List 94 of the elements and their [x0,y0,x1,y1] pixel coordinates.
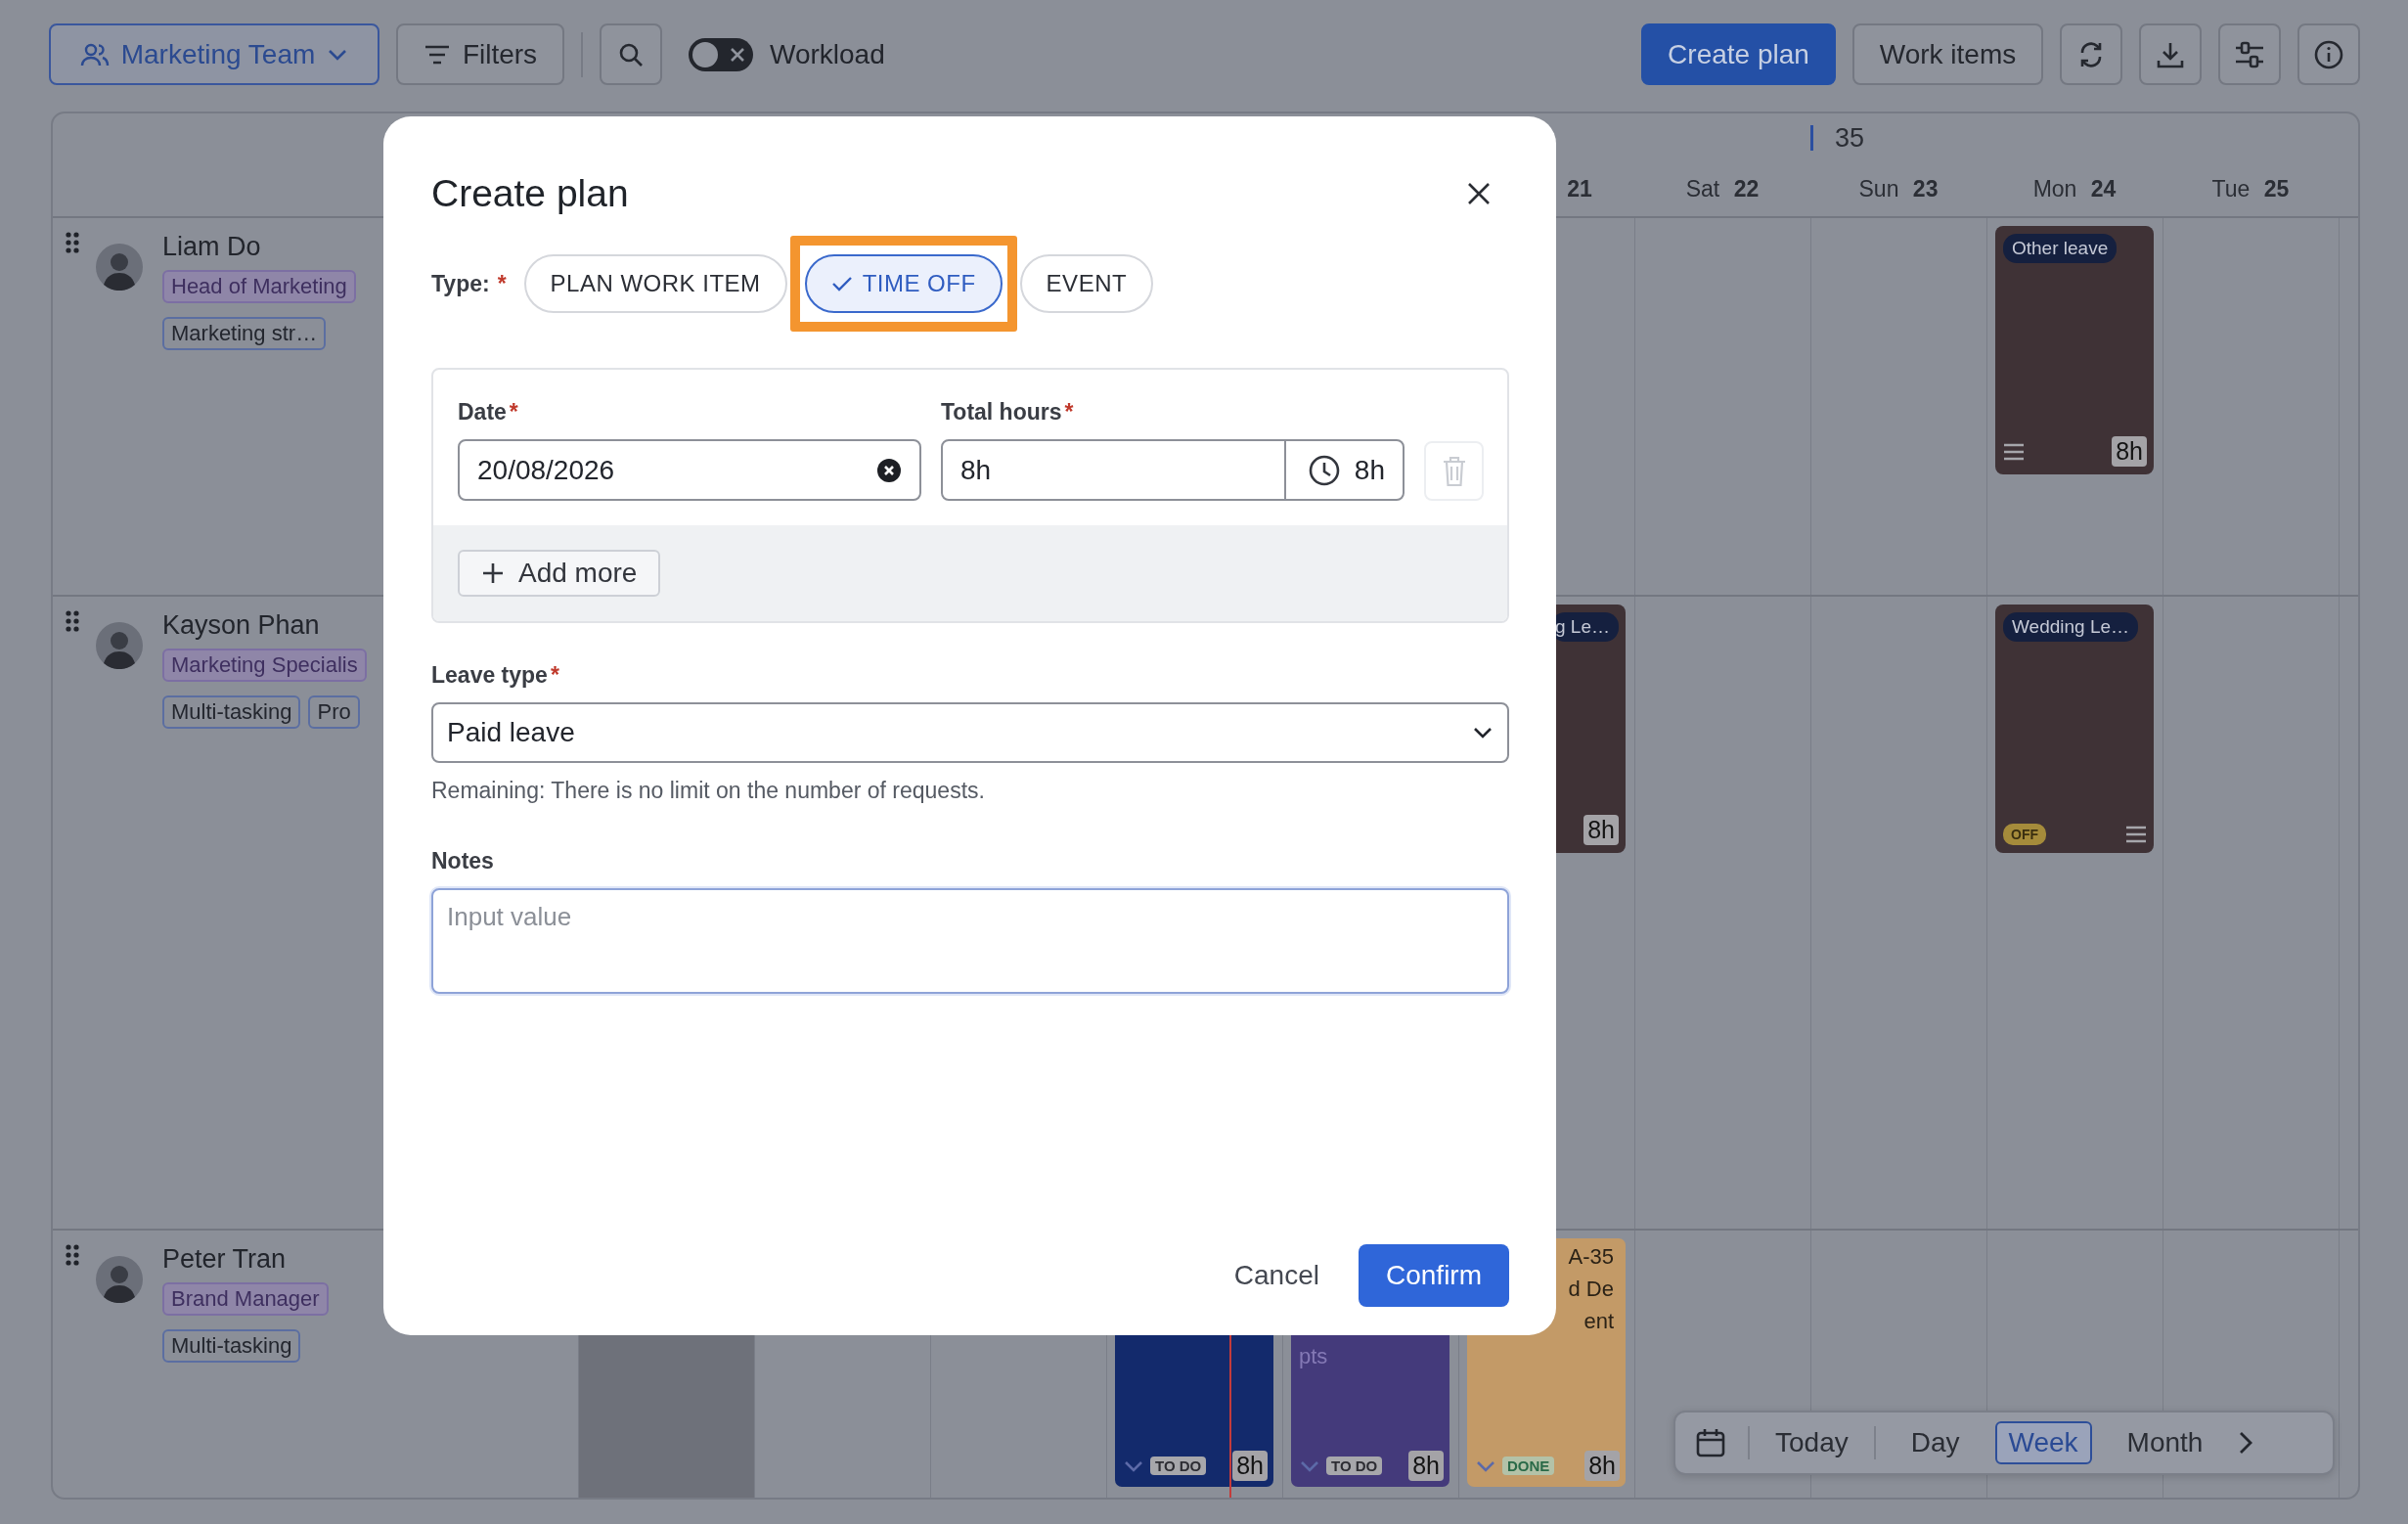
date-field[interactable]: 20/08/2026 [458,439,921,501]
drag-handle-icon[interactable] [66,610,79,632]
task-title: d De [1568,1276,1615,1303]
filters-button[interactable]: Filters [396,23,564,85]
menu-icon[interactable] [2125,826,2147,843]
required-mark: * [509,399,518,426]
create-plan-button[interactable]: Create plan [1641,23,1836,85]
type-option[interactable]: EVENT [1019,254,1154,313]
chevron-down-icon [1472,726,1494,740]
task-points: pts [1299,1344,1328,1369]
hours-badge: 8h [1408,1451,1444,1481]
required-mark: * [550,662,559,689]
dialog-title: Create plan [431,172,629,215]
field-label: Type: [431,270,490,297]
avatar [96,1256,143,1303]
field-label: Total hours [941,399,1062,426]
clear-icon[interactable] [876,457,902,483]
view-tab[interactable]: Day [1896,1421,1974,1464]
field-label: Notes [431,848,494,874]
drag-handle-icon[interactable] [66,232,79,253]
chevron-down-icon [1123,1458,1144,1473]
leave-card[interactable]: Other leave 8h [1995,226,2154,474]
refresh-button[interactable] [2060,23,2122,85]
chevron-down-icon [1299,1458,1320,1473]
status-badge: TO DO [1326,1457,1383,1475]
skill-tag: Pro [308,695,360,729]
required-mark: * [497,270,507,297]
calendar-icon[interactable] [1695,1427,1726,1458]
chevron-right-icon[interactable] [2238,1430,2254,1456]
field-label: Leave type [431,662,548,689]
hours-badge: 8h [2112,436,2147,467]
download-button[interactable] [2139,23,2202,85]
add-more-button[interactable]: Add more [458,550,661,597]
chevron-down-icon [327,47,349,62]
leave-card[interactable]: Wedding Le… OFF [1995,605,2154,853]
search-button[interactable] [600,23,662,85]
notes-field[interactable]: Input value [431,888,1509,994]
day-header: Mon 24 [2032,176,2117,202]
skill-tag: Marketing str… [162,317,327,350]
day-header: Tue 25 [2211,176,2290,202]
avatar [96,622,143,669]
skill-tag: Multi-tasking [162,1329,301,1363]
chevron-down-icon [1475,1458,1496,1473]
workload-label: Workload [770,38,885,70]
settings-button[interactable] [2218,23,2281,85]
hours-field[interactable]: 8h 8h [941,439,1405,501]
role-tag: Head of Marketing [162,270,356,303]
person-name: Kayson Phan [162,610,320,641]
type-option[interactable]: TIME OFF [804,254,1003,313]
hours-badge: 8h [1583,815,1619,845]
trash-icon [1441,455,1467,487]
person-name: Peter Tran [162,1244,287,1275]
plus-icon [481,561,505,585]
workload-toggle[interactable] [689,37,753,71]
sliders-icon [2234,39,2265,69]
filter-icon [423,43,451,66]
person-name: Liam Do [162,232,261,262]
role-tag: Brand Manager [162,1282,329,1316]
hours-badge: 8h [1232,1451,1268,1481]
day-header: 21 [1566,176,1592,202]
clock-icon [1307,453,1341,487]
task-title: A-35 [1568,1243,1615,1271]
required-mark: * [1064,399,1074,426]
drag-handle-icon[interactable] [66,1244,79,1266]
info-icon [2313,38,2344,70]
cross-icon [730,46,745,63]
work-items-button[interactable]: Work items [1852,23,2043,85]
off-badge: OFF [2003,824,2046,845]
info-button[interactable] [2297,23,2360,85]
leave-tag: Wedding Le… [2003,612,2139,642]
search-icon [618,41,644,67]
hours-badge: 8h [1584,1451,1620,1481]
status-badge: TO DO [1150,1457,1207,1475]
menu-icon[interactable] [2003,442,2025,461]
day-header: Sun 23 [1858,176,1939,202]
check-icon [830,275,853,292]
confirm-button[interactable]: Confirm [1359,1244,1509,1307]
today-button[interactable]: Today [1771,1421,1852,1464]
close-icon[interactable] [1466,181,1492,206]
status-badge: DONE [1502,1457,1555,1475]
leave-tag: Other leave [2003,234,2118,263]
view-tab[interactable]: Month [2113,1421,2217,1464]
type-option[interactable]: PLAN WORK ITEM [523,254,787,313]
field-label: Date [458,399,507,426]
role-tag: Marketing Specialis [162,649,367,682]
skill-tag: Multi-tasking [162,695,301,729]
people-icon [79,41,110,67]
day-header: Sat 22 [1685,176,1760,202]
remaining-text: Remaining: There is no limit on the number of requests. [431,778,986,804]
week-number: 35 [1835,122,1865,154]
leave-type-select[interactable]: Paid leave [431,702,1509,763]
hours-suffix: 8h [1354,454,1385,486]
task-title: ent [1583,1308,1615,1335]
avatar [96,244,143,291]
